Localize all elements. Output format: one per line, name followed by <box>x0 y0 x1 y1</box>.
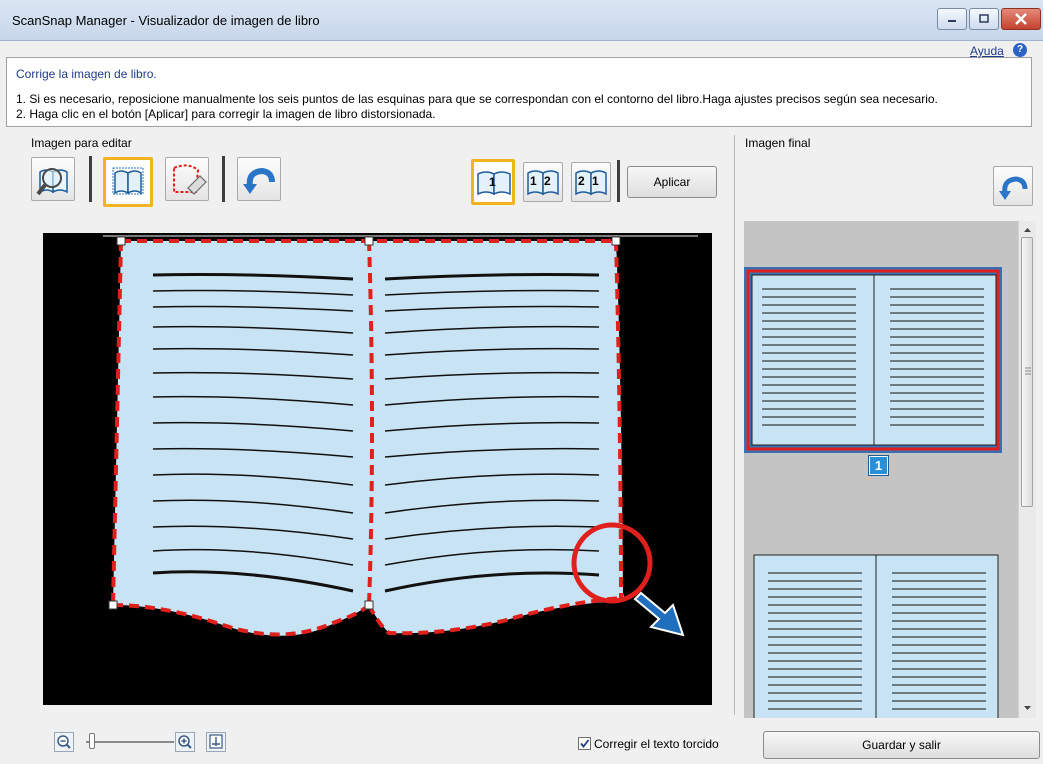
toolbar-separator <box>89 156 92 202</box>
magnify-book-button[interactable] <box>31 157 75 201</box>
zoom-slider-track[interactable] <box>86 741 174 743</box>
eraser-selection-button[interactable] <box>165 157 209 201</box>
instructions-heading: Corrige la imagen de libro. <box>16 67 157 81</box>
edit-image-label: Imagen para editar <box>31 136 132 150</box>
undo-icon <box>999 176 1028 200</box>
scroll-thumb[interactable] <box>1021 237 1033 507</box>
window-title: ScanSnap Manager - Visualizador de image… <box>12 13 320 28</box>
book-image <box>103 235 698 637</box>
instructions-step-1: 1. Si es necesario, reposicione manualme… <box>16 92 938 106</box>
final-undo-button[interactable] <box>993 166 1033 206</box>
single-page-mode-button[interactable]: 1 <box>471 159 515 205</box>
final-preview-scrollbar[interactable] <box>1018 221 1036 718</box>
panel-divider <box>734 135 735 715</box>
help-icon[interactable]: ? <box>1013 43 1027 57</box>
minimize-icon <box>948 20 956 22</box>
book-edit-icon <box>112 167 144 195</box>
minimize-button[interactable] <box>937 8 967 30</box>
close-icon <box>1015 13 1027 25</box>
single-page-mode-label: 1 <box>489 175 496 189</box>
edit-image-canvas[interactable] <box>43 233 712 705</box>
fit-to-window-button[interactable] <box>206 732 226 752</box>
toolbar-separator <box>617 160 620 202</box>
zoom-slider-thumb[interactable] <box>89 733 95 749</box>
apply-button[interactable]: Aplicar <box>627 166 717 198</box>
save-and-exit-button[interactable]: Guardar y salir <box>763 731 1040 759</box>
checkmark-icon <box>580 739 590 748</box>
maximize-icon <box>979 14 989 23</box>
help-link[interactable]: Ayuda <box>970 44 1004 58</box>
right-left-mode-label: 2 1 <box>578 174 601 188</box>
undo-button[interactable] <box>237 157 281 201</box>
book-edit-button[interactable] <box>103 157 153 207</box>
zoom-out-button[interactable] <box>54 732 74 752</box>
correct-skewed-text-checkbox[interactable] <box>578 737 591 750</box>
fit-to-window-icon <box>206 732 226 752</box>
scroll-down-arrow-icon[interactable] <box>1019 701 1036 715</box>
magnify-book-icon <box>36 168 68 196</box>
left-right-mode-label: 1 2 <box>530 174 553 188</box>
correct-skewed-text-label[interactable]: Corregir el texto torcido <box>594 737 719 751</box>
maximize-button[interactable] <box>969 8 999 30</box>
instructions-panel: Corrige la imagen de libro. 1. Si es nec… <box>6 57 1032 127</box>
toolbar-separator <box>222 156 225 202</box>
eraser-selection-icon <box>173 164 207 195</box>
final-image-label: Imagen final <box>745 136 811 150</box>
right-left-mode-button[interactable]: 2 1 <box>571 162 611 202</box>
grip-icon <box>1025 367 1031 375</box>
scroll-up-arrow-icon[interactable] <box>1019 223 1036 237</box>
zoom-in-icon <box>175 732 195 752</box>
close-button[interactable] <box>1001 8 1041 30</box>
instructions-step-2: 2. Haga clic en el botón [Aplicar] para … <box>16 107 436 121</box>
page-number-badge: 1 <box>868 455 889 476</box>
zoom-in-button[interactable] <box>175 732 195 752</box>
undo-icon <box>243 167 275 194</box>
left-right-mode-button[interactable]: 1 2 <box>523 162 563 202</box>
zoom-out-icon <box>54 732 74 752</box>
title-bar: ScanSnap Manager - Visualizador de image… <box>0 0 1043 41</box>
